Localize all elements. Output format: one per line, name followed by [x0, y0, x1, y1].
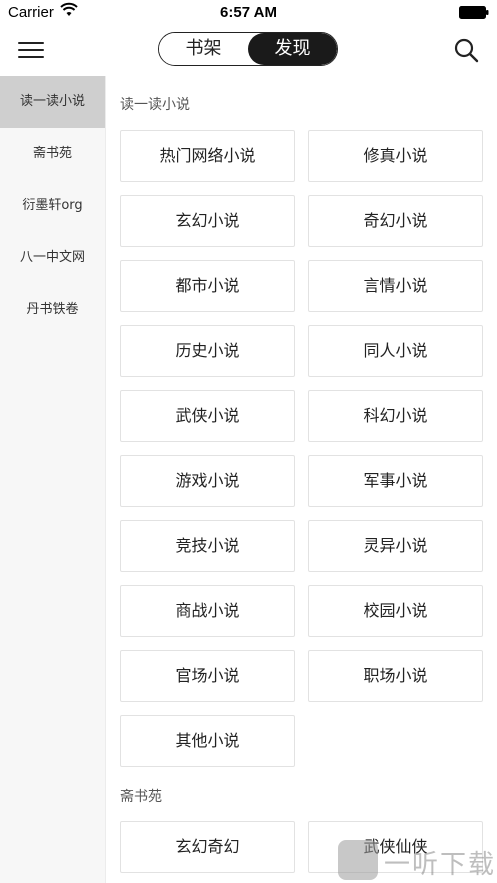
segmented-control: 书架 发现 — [158, 32, 338, 66]
category-button[interactable]: 热门网络小说 — [120, 130, 295, 182]
category-button[interactable]: 奇幻小说 — [308, 195, 483, 247]
source-sidebar: 读一读小说 斋书苑 衍墨轩org 八一中文网 丹书铁卷 — [0, 76, 106, 883]
category-content: 读一读小说 热门网络小说 修真小说 玄幻小说 奇幻小说 都市小说 言情小说 历史… — [106, 76, 497, 883]
tab-discover[interactable]: 发现 — [248, 33, 337, 65]
category-button[interactable]: 同人小说 — [308, 325, 483, 377]
category-button[interactable]: 灵异小说 — [308, 520, 483, 572]
category-button[interactable]: 商战小说 — [120, 585, 295, 637]
menu-icon[interactable] — [18, 38, 44, 62]
section-title: 读一读小说 — [120, 97, 190, 113]
status-time: 6:57 AM — [220, 4, 277, 21]
status-bar: Carrier 6:57 AM — [0, 0, 497, 26]
tab-bookshelf[interactable]: 书架 — [159, 33, 248, 65]
section-title: 斋书苑 — [120, 789, 162, 805]
sidebar-item-bayizhongwen[interactable]: 八一中文网 — [0, 232, 105, 284]
sidebar-item-duyidu[interactable]: 读一读小说 — [0, 76, 105, 128]
category-button[interactable]: 竞技小说 — [120, 520, 295, 572]
sidebar-item-danshutiejuan[interactable]: 丹书铁卷 — [0, 284, 105, 336]
navigation-bar: 书架 发现 — [0, 26, 497, 76]
category-button[interactable]: 玄幻小说 — [120, 195, 295, 247]
sidebar-item-yanmoxuan[interactable]: 衍墨轩org — [0, 180, 105, 232]
category-button[interactable]: 玄幻奇幻 — [120, 821, 295, 873]
battery-icon — [459, 6, 489, 19]
category-button[interactable]: 游戏小说 — [120, 455, 295, 507]
category-button[interactable]: 校园小说 — [308, 585, 483, 637]
category-button[interactable]: 职场小说 — [308, 650, 483, 702]
category-button[interactable]: 历史小说 — [120, 325, 295, 377]
category-button[interactable]: 科幻小说 — [308, 390, 483, 442]
search-icon[interactable] — [453, 37, 479, 63]
watermark: 一听下载 — [338, 838, 497, 883]
watermark-logo-icon — [338, 840, 378, 880]
category-button[interactable]: 军事小说 — [308, 455, 483, 507]
watermark-text: 一听下载 — [384, 850, 497, 880]
sidebar-item-zhaishuyuan[interactable]: 斋书苑 — [0, 128, 105, 180]
category-button[interactable]: 其他小说 — [120, 715, 295, 767]
category-button[interactable]: 言情小说 — [308, 260, 483, 312]
category-button[interactable]: 官场小说 — [120, 650, 295, 702]
category-button[interactable]: 都市小说 — [120, 260, 295, 312]
category-button[interactable]: 修真小说 — [308, 130, 483, 182]
category-button[interactable]: 武侠小说 — [120, 390, 295, 442]
